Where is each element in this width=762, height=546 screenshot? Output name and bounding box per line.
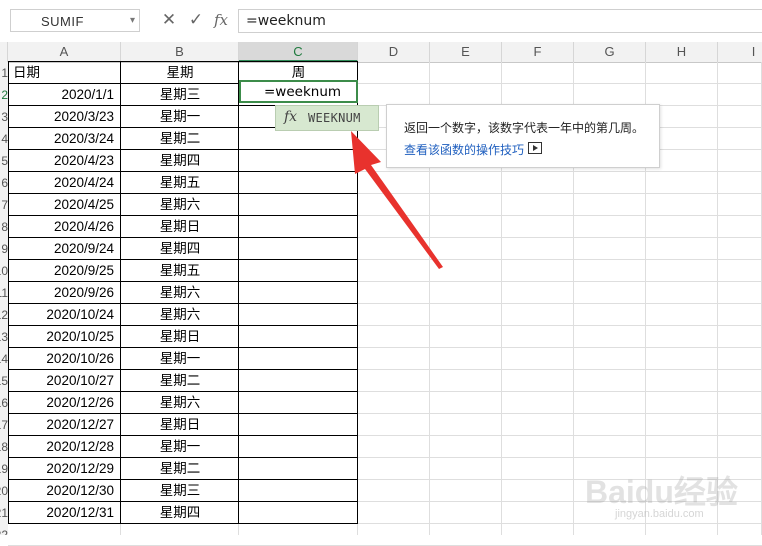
red-arrow-icon — [351, 131, 443, 269]
watermark-url: jingyan.baidu.com — [615, 508, 704, 520]
annotation-arrow — [351, 131, 443, 269]
watermark: Baidu经验 jingyan.baidu.com — [585, 462, 755, 532]
baidu-watermark-logo: Baidu经验 — [585, 474, 738, 510]
